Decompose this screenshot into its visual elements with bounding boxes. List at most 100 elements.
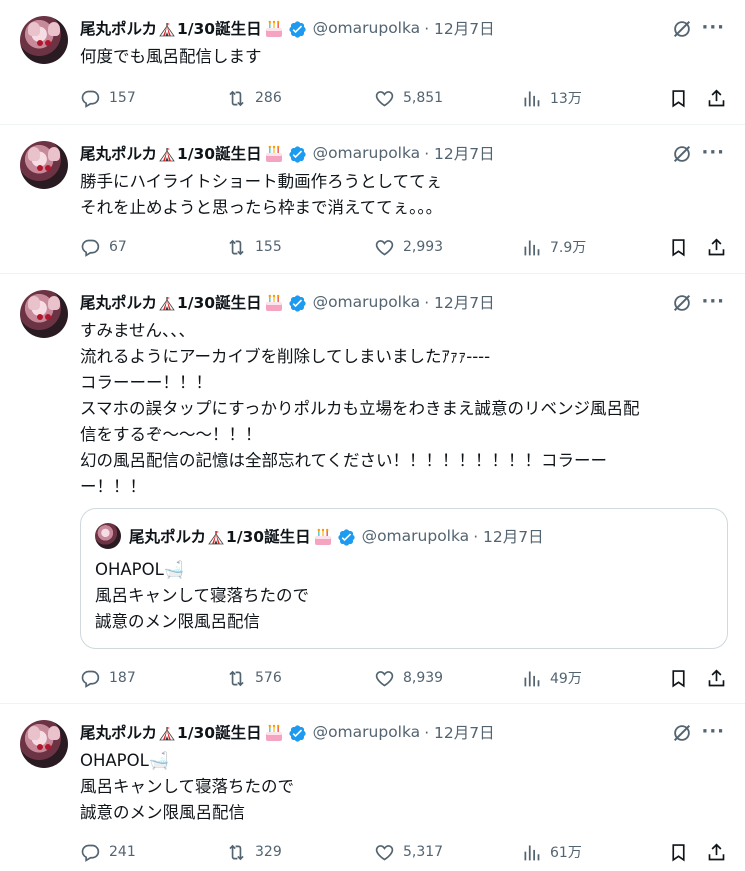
quoted-birthday-label: 1/30誕生日 [226,528,311,546]
verified-badge-icon [337,528,355,546]
tweet[interactable]: 尾丸ポルカ 1/30誕生日 @omarupolka · 12月7日 ··· すみ… [0,274,745,704]
quoted-tweet-date: · 12月7日 [473,528,544,546]
like-count: 5,851 [403,90,444,106]
like-button[interactable]: 8,939 [374,668,443,689]
birthday-label: 1/30誕生日 [177,20,262,38]
circus-tent-icon [159,148,175,162]
tweet-header: 尾丸ポルカ 1/30誕生日 @omarupolka · 12月7日 [80,290,495,314]
tweet-date[interactable]: · 12月7日 [424,142,494,164]
reply-button[interactable]: 241 [80,842,136,863]
heart-icon [375,670,394,686]
share-icon [708,842,725,860]
author-name[interactable]: 尾丸ポルカ [80,291,157,313]
tweet-text: 勝手にハイライトショート動画作ろうとしててぇ それを止めようと思ったら枠まで消え… [80,172,443,217]
quoted-tweet[interactable]: 尾丸ポルカ 1/30誕生日 @omarupolka · 12月7日 OHAPOL… [80,508,728,649]
action-bar: 157 286 5,851 13万 [80,86,730,110]
views-button[interactable]: 49万 [521,668,582,689]
avatar[interactable] [20,290,68,338]
grok-icon[interactable] [671,292,693,314]
bookmark-button[interactable] [668,88,689,109]
tweet-text: 何度でも風呂配信します [80,47,262,66]
bookmark-icon [672,843,685,862]
bookmark-button[interactable] [668,842,689,863]
retweet-button[interactable]: 155 [226,237,282,258]
reply-button[interactable]: 187 [80,668,136,689]
verified-badge-icon [288,20,306,38]
birthday-cake-icon [314,528,331,545]
grok-icon[interactable] [671,722,693,744]
grok-icon[interactable] [671,18,693,40]
reply-button[interactable]: 157 [80,88,136,109]
heart-icon [375,844,394,860]
author-name[interactable]: 尾丸ポルカ [80,17,157,39]
bookmark-button[interactable] [668,237,689,258]
retweet-count: 286 [255,90,282,106]
like-button[interactable]: 5,317 [374,842,443,863]
author-name[interactable]: 尾丸ポルカ [80,721,157,743]
like-count: 8,939 [403,670,444,686]
circus-tent-icon [208,531,224,545]
retweet-button[interactable]: 286 [226,88,282,109]
share-icon [708,237,725,255]
author-handle[interactable]: @omarupolka [313,293,421,311]
bookmark-button[interactable] [668,668,689,689]
retweet-icon [229,239,244,255]
views-button[interactable]: 13万 [521,88,582,109]
share-button[interactable] [706,88,727,109]
retweet-icon [229,90,244,106]
like-button[interactable]: 2,993 [374,237,443,258]
like-count: 5,317 [403,844,444,860]
avatar[interactable] [20,16,68,64]
author-handle[interactable]: @omarupolka [313,144,421,162]
tweet-text: OHAPOL🛁 風呂キャンして寝落ちたので 誠意のメン限風呂配信 [80,751,295,822]
tweet-header: 尾丸ポルカ 1/30誕生日 @omarupolka · 12月7日 [80,141,495,165]
circus-tent-icon [159,23,175,37]
tweet-date[interactable]: · 12月7日 [424,17,494,39]
tweet-date[interactable]: · 12月7日 [424,291,494,313]
retweet-button[interactable]: 329 [226,842,282,863]
heart-icon [375,90,394,106]
quoted-tweet-text: OHAPOL🛁 風呂キャンして寝落ちたので 誠意のメン限風呂配信 [95,560,310,631]
views-button[interactable]: 7.9万 [521,237,586,258]
heart-icon [375,239,394,255]
tweet[interactable]: 尾丸ポルカ 1/30誕生日 @omarupolka · 12月7日 ··· 何度… [0,0,745,125]
birthday-cake-icon [265,20,282,37]
like-button[interactable]: 5,851 [374,88,443,109]
birthday-label: 1/30誕生日 [177,724,262,742]
author-handle[interactable]: @omarupolka [313,723,421,741]
more-options-icon[interactable]: ··· [701,291,725,312]
more-options-icon[interactable]: ··· [701,17,725,38]
avatar[interactable] [20,720,68,768]
reply-icon [81,239,100,257]
share-button[interactable] [706,237,727,258]
share-button[interactable] [706,842,727,863]
tweet[interactable]: 尾丸ポルカ 1/30誕生日 @omarupolka · 12月7日 ··· OH… [0,704,745,871]
retweet-icon [229,670,244,686]
reply-icon [81,90,100,108]
reply-count: 67 [109,239,127,255]
birthday-cake-icon [265,724,282,741]
quoted-avatar [95,523,121,549]
views-button[interactable]: 61万 [521,842,582,863]
retweet-button[interactable]: 576 [226,668,282,689]
more-options-icon[interactable]: ··· [701,721,725,742]
more-options-icon[interactable]: ··· [701,142,725,163]
share-icon [708,88,725,106]
author-name[interactable]: 尾丸ポルカ [80,142,157,164]
analytics-icon [524,845,540,860]
retweet-count: 329 [255,844,282,860]
retweet-icon [229,844,244,860]
avatar[interactable] [20,141,68,189]
grok-icon[interactable] [671,143,693,165]
quoted-author-name: 尾丸ポルカ [129,528,207,546]
share-icon [708,668,725,686]
tweet[interactable]: 尾丸ポルカ 1/30誕生日 @omarupolka · 12月7日 ··· 勝手… [0,125,745,274]
tweet-header: 尾丸ポルカ 1/30誕生日 @omarupolka · 12月7日 [80,16,495,40]
bookmark-icon [672,238,685,257]
tweet-date[interactable]: · 12月7日 [424,721,494,743]
view-count: 7.9万 [550,240,587,256]
author-handle[interactable]: @omarupolka [313,19,421,37]
share-button[interactable] [706,668,727,689]
reply-button[interactable]: 67 [80,237,127,258]
view-count: 49万 [550,671,582,687]
